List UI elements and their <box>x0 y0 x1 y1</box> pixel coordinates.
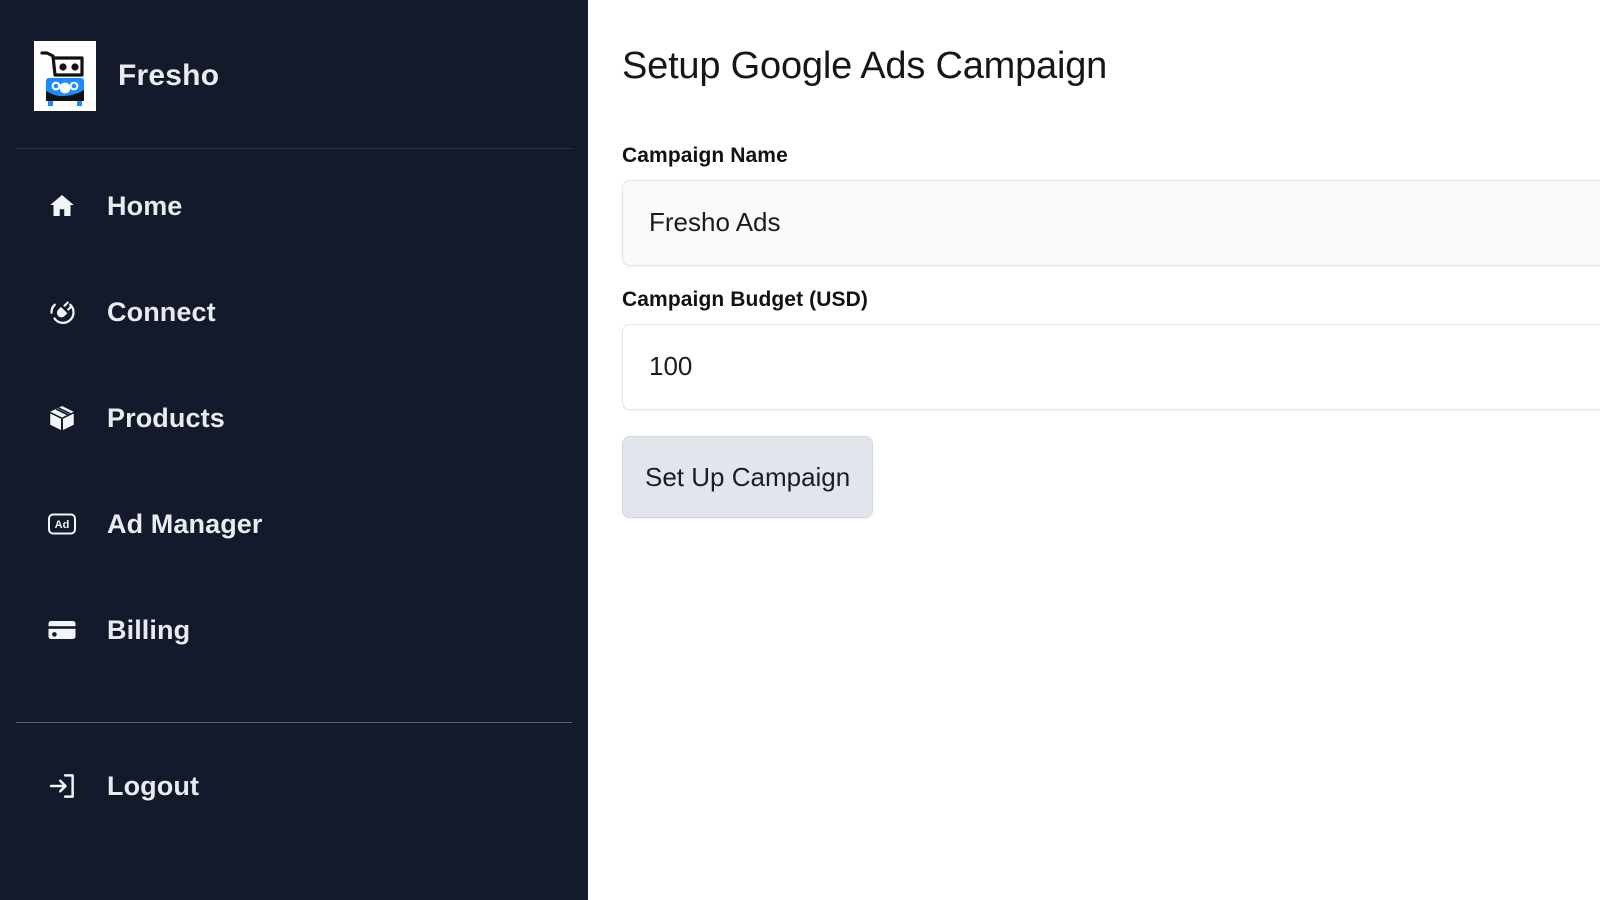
ad-badge-icon: Ad <box>45 507 79 541</box>
campaign-name-field-group: Campaign Name <box>622 144 1600 266</box>
svg-text:Ad: Ad <box>55 519 70 531</box>
set-up-campaign-button[interactable]: Set Up Campaign <box>622 435 874 518</box>
campaign-setup-form: Campaign Name Campaign Budget (USD) Set … <box>622 144 1600 518</box>
campaign-budget-field-group: Campaign Budget (USD) <box>622 288 1600 410</box>
main-content: Setup Google Ads Campaign Campaign Name … <box>588 0 1600 900</box>
brand-name: Fresho <box>118 59 220 92</box>
sidebar-nav: Home Connect Products Ad Ad Manager Bill… <box>0 149 588 657</box>
package-box-icon <box>45 401 79 435</box>
page-title: Setup Google Ads Campaign <box>622 45 1108 87</box>
sidebar-bottom: Logout <box>0 722 588 813</box>
sidebar-item-home[interactable]: Home <box>0 179 588 233</box>
sidebar-item-label: Billing <box>107 614 191 645</box>
sidebar-item-label: Products <box>107 402 225 433</box>
sidebar-item-ad-manager[interactable]: Ad Ad Manager <box>0 497 588 551</box>
sidebar-item-billing[interactable]: Billing <box>0 603 588 657</box>
sidebar-item-connect[interactable]: Connect <box>0 285 588 339</box>
plug-connect-icon <box>45 295 79 329</box>
shopping-cart-basket-logo <box>34 41 96 111</box>
sidebar-item-products[interactable]: Products <box>0 391 588 445</box>
sidebar: Fresho Home Connect Products Ad Ad Manag… <box>0 0 588 900</box>
campaign-budget-label: Campaign Budget (USD) <box>622 287 868 311</box>
campaign-name-label: Campaign Name <box>622 143 788 167</box>
sidebar-item-logout[interactable]: Logout <box>0 759 588 813</box>
sidebar-item-label: Home <box>107 190 183 221</box>
credit-card-icon <box>45 613 79 647</box>
sidebar-bottom-divider <box>16 722 572 723</box>
home-icon <box>45 189 79 223</box>
logout-arrow-icon <box>45 769 79 803</box>
campaign-budget-input[interactable] <box>622 323 1600 410</box>
sidebar-item-label: Connect <box>107 296 216 327</box>
campaign-name-input[interactable] <box>622 179 1600 266</box>
sidebar-item-label: Logout <box>107 770 200 801</box>
sidebar-item-label: Ad Manager <box>107 508 263 539</box>
brand[interactable]: Fresho <box>0 0 588 116</box>
app-root: Fresho Home Connect Products Ad Ad Manag… <box>0 0 1600 900</box>
